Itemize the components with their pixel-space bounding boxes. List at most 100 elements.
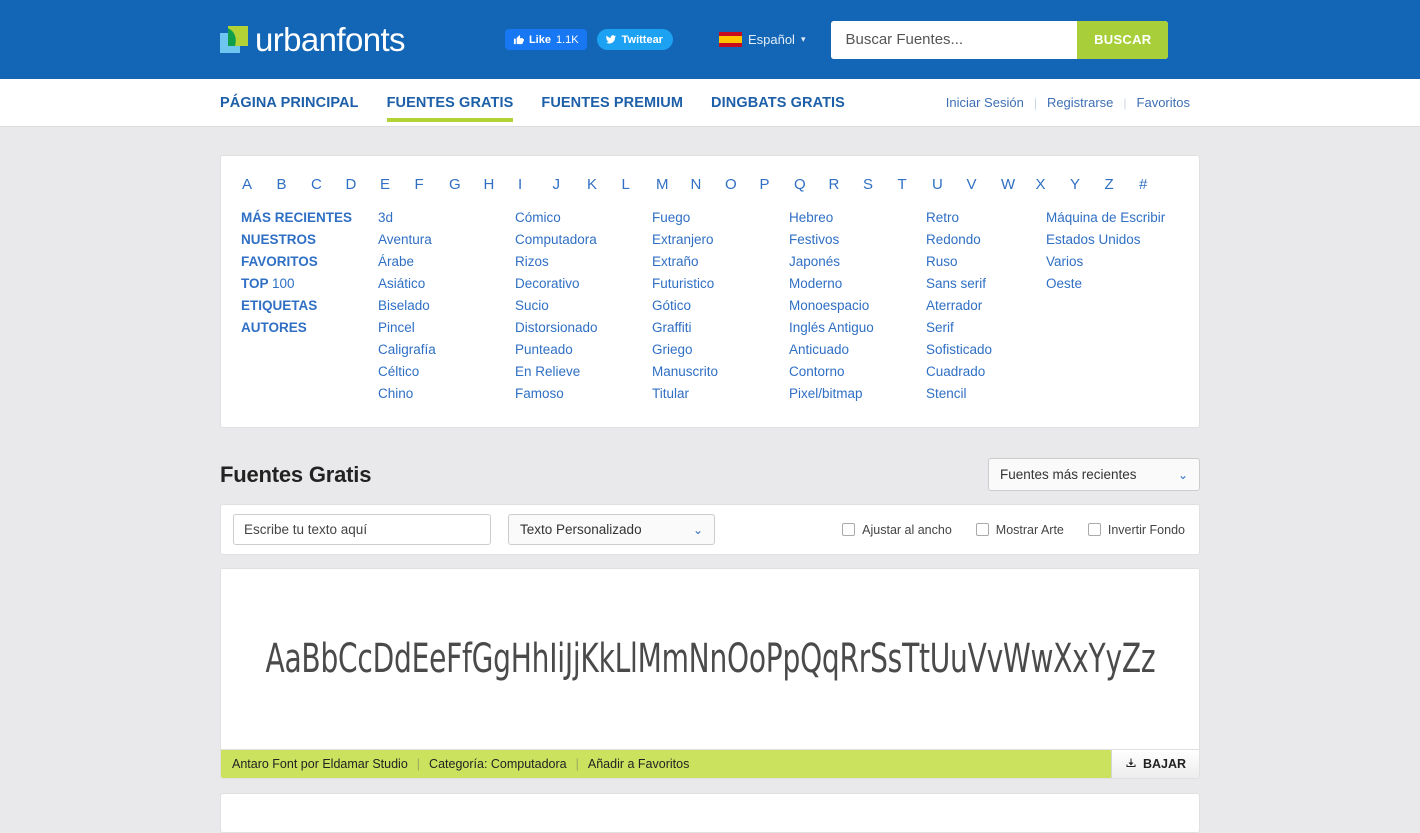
category-link[interactable]: Griego [652, 339, 789, 361]
category-link[interactable]: Famoso [515, 383, 652, 405]
preset-text-select[interactable]: Texto Personalizado ⌄ [508, 514, 715, 545]
category-link-autores[interactable]: AUTORES [241, 317, 378, 339]
category-link[interactable]: Stencil [926, 383, 1046, 405]
category-link[interactable]: Moderno [789, 273, 926, 295]
alpha-link[interactable]: D [346, 176, 381, 193]
alpha-link[interactable]: Y [1070, 176, 1105, 193]
category-link[interactable]: Punteado [515, 339, 652, 361]
alpha-link[interactable]: E [380, 176, 415, 193]
category-link[interactable]: Contorno [789, 361, 926, 383]
category-link[interactable]: Inglés Antiguo [789, 317, 926, 339]
category-link[interactable]: Decorativo [515, 273, 652, 295]
category-link[interactable]: Sans serif [926, 273, 1046, 295]
alpha-link[interactable]: N [691, 176, 726, 193]
facebook-like-button[interactable]: Like 1.1K [504, 29, 587, 50]
nav-item-fuentes-gratis[interactable]: FUENTES GRATIS [386, 79, 514, 126]
custom-text-input[interactable] [233, 514, 491, 545]
category-link[interactable]: Cómico [515, 207, 652, 229]
add-to-favorites-link[interactable]: Añadir a Favoritos [588, 757, 689, 771]
checkbox-mostrar-arte[interactable]: Mostrar Arte [975, 523, 1064, 537]
category-link[interactable]: Oeste [1046, 273, 1176, 295]
alpha-link[interactable]: T [898, 176, 933, 193]
alpha-link[interactable]: M [656, 176, 691, 193]
category-link[interactable]: Aterrador [926, 295, 1046, 317]
category-link[interactable]: Sofisticado [926, 339, 1046, 361]
site-logo[interactable]: urbanfonts [220, 23, 406, 56]
category-link[interactable]: Chino [378, 383, 515, 405]
nav-item-pagina-principal[interactable]: PÁGINA PRINCIPAL [220, 79, 359, 126]
category-link[interactable]: Pincel [378, 317, 515, 339]
login-link[interactable]: Iniciar Sesión [936, 95, 1034, 110]
category-link[interactable]: Extranjero [652, 229, 789, 251]
alpha-link[interactable]: X [1036, 176, 1071, 193]
category-link[interactable]: Festivos [789, 229, 926, 251]
category-link[interactable]: Futuristico [652, 273, 789, 295]
alpha-link[interactable]: S [863, 176, 898, 193]
twitter-share-button[interactable]: Twittear [596, 29, 673, 50]
alpha-link[interactable]: B [277, 176, 312, 193]
category-link[interactable]: Asiático [378, 273, 515, 295]
alpha-link[interactable]: G [449, 176, 484, 193]
category-link[interactable]: Fuego [652, 207, 789, 229]
category-link[interactable]: Redondo [926, 229, 1046, 251]
category-link[interactable]: Titular [652, 383, 789, 405]
category-link[interactable]: Caligrafía [378, 339, 515, 361]
nav-item-dingbats-gratis[interactable]: DINGBATS GRATIS [711, 79, 845, 126]
category-link-etiquetas[interactable]: ETIQUETAS [241, 295, 378, 317]
alpha-link[interactable]: Q [794, 176, 829, 193]
alpha-link[interactable]: P [760, 176, 795, 193]
category-link-nuestros[interactable]: NUESTROS [241, 229, 378, 251]
category-link[interactable]: Varios [1046, 251, 1176, 273]
category-link[interactable]: Extraño [652, 251, 789, 273]
category-link-favoritos[interactable]: FAVORITOS [241, 251, 378, 273]
category-link[interactable]: Céltico [378, 361, 515, 383]
nav-item-fuentes-premium[interactable]: FUENTES PREMIUM [541, 79, 683, 126]
alpha-link[interactable]: V [967, 176, 1002, 193]
alpha-link[interactable]: U [932, 176, 967, 193]
alpha-link[interactable]: L [622, 176, 657, 193]
category-link[interactable]: Ruso [926, 251, 1046, 273]
alpha-link[interactable]: Z [1105, 176, 1140, 193]
sort-select[interactable]: Fuentes más recientes ⌄ [988, 458, 1200, 491]
alpha-link[interactable]: W [1001, 176, 1036, 193]
category-link[interactable]: Gótico [652, 295, 789, 317]
category-link[interactable]: Pixel/bitmap [789, 383, 926, 405]
alpha-link[interactable]: I [518, 176, 553, 193]
language-selector[interactable]: Español ▾ [718, 32, 805, 47]
category-link[interactable]: Retro [926, 207, 1046, 229]
font-name-link[interactable]: Antaro Font por Eldamar Studio [232, 757, 408, 771]
category-link-top-100[interactable]: TOP 100 [241, 273, 378, 295]
category-link-mas-recientes[interactable]: MÁS RECIENTES [241, 207, 378, 229]
category-link[interactable]: Máquina de Escribir [1046, 207, 1176, 229]
category-link[interactable]: Árabe [378, 251, 515, 273]
checkbox-box[interactable] [975, 523, 989, 536]
category-link[interactable]: Hebreo [789, 207, 926, 229]
category-link[interactable]: Graffiti [652, 317, 789, 339]
favorites-link[interactable]: Favoritos [1127, 95, 1200, 110]
alpha-link[interactable]: # [1139, 176, 1174, 193]
category-link[interactable]: Distorsionado [515, 317, 652, 339]
category-link[interactable]: Biselado [378, 295, 515, 317]
category-link[interactable]: Anticuado [789, 339, 926, 361]
alpha-link[interactable]: C [311, 176, 346, 193]
category-link[interactable]: Cuadrado [926, 361, 1046, 383]
category-link[interactable]: Sucio [515, 295, 652, 317]
search-button[interactable]: BUSCAR [1077, 20, 1169, 59]
alpha-link[interactable]: A [242, 176, 277, 193]
download-button[interactable]: BAJAR [1111, 750, 1199, 778]
category-link[interactable]: Aventura [378, 229, 515, 251]
category-link[interactable]: Rizos [515, 251, 652, 273]
category-link[interactable]: Japonés [789, 251, 926, 273]
category-link[interactable]: Monoespacio [789, 295, 926, 317]
checkbox-ajustar-al-ancho[interactable]: Ajustar al ancho [842, 523, 952, 537]
search-input[interactable] [831, 20, 1078, 59]
category-link[interactable]: Serif [926, 317, 1046, 339]
category-link[interactable]: En Relieve [515, 361, 652, 383]
category-link[interactable]: Manuscrito [652, 361, 789, 383]
alpha-link[interactable]: F [415, 176, 450, 193]
alpha-link[interactable]: R [829, 176, 864, 193]
checkbox-box[interactable] [1087, 523, 1101, 536]
checkbox-invertir-fondo[interactable]: Invertir Fondo [1087, 523, 1185, 537]
alpha-link[interactable]: H [484, 176, 519, 193]
category-link[interactable]: 3d [378, 207, 515, 229]
